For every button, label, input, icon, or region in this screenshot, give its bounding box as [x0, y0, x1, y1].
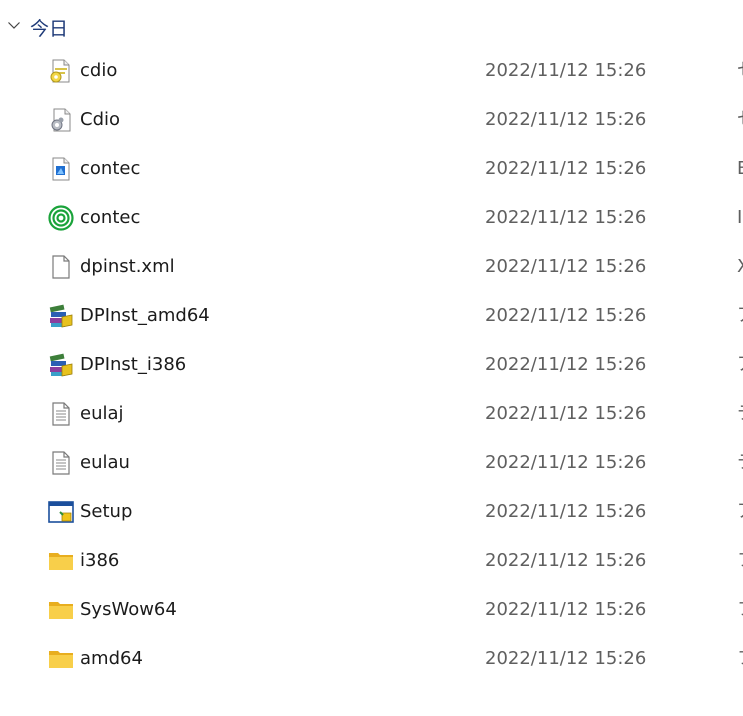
file-row[interactable]: SysWow64 2022/11/12 15:26 フ [0, 586, 743, 635]
setup-window-icon [48, 499, 74, 525]
file-type: ア [737, 353, 743, 377]
file-date-modified: 2022/11/12 15:26 [485, 60, 647, 81]
green-target-icon [48, 205, 74, 231]
file-name[interactable]: contec [80, 157, 140, 181]
file-row[interactable]: dpinst.xml 2022/11/12 15:26 X [0, 243, 743, 292]
file-date-modified: 2022/11/12 15:26 [485, 648, 647, 669]
folder-icon [48, 646, 74, 672]
file-name[interactable]: cdio [80, 59, 117, 83]
file-row[interactable]: i386 2022/11/12 15:26 フ [0, 537, 743, 586]
file-type: I [737, 207, 743, 228]
file-date-modified: 2022/11/12 15:26 [485, 207, 647, 228]
file-date-modified: 2022/11/12 15:26 [485, 305, 647, 326]
folder-icon [48, 597, 74, 623]
chevron-down-icon[interactable] [7, 18, 21, 32]
file-type: セ [737, 108, 743, 132]
file-name[interactable]: eulaj [80, 402, 124, 426]
file-name[interactable]: SysWow64 [80, 598, 177, 622]
file-row[interactable]: amd64 2022/11/12 15:26 フ [0, 635, 743, 684]
file-type: テ [737, 402, 743, 426]
file-row[interactable]: contec 2022/11/12 15:26 B [0, 145, 743, 194]
file-row[interactable]: DPInst_i386 2022/11/12 15:26 ア [0, 341, 743, 390]
file-name[interactable]: dpinst.xml [80, 255, 175, 279]
file-type: フ [737, 647, 743, 671]
file-date-modified: 2022/11/12 15:26 [485, 452, 647, 473]
file-row[interactable]: Cdio 2022/11/12 15:26 セ [0, 96, 743, 145]
file-list: cdio 2022/11/12 15:26 セ Cdio 2022/11/12 15:… [0, 47, 743, 684]
file-date-modified: 2022/11/12 15:26 [485, 501, 647, 522]
file-type: セ [737, 59, 743, 83]
file-name[interactable]: DPInst_amd64 [80, 304, 210, 328]
file-date-modified: 2022/11/12 15:26 [485, 599, 647, 620]
file-date-modified: 2022/11/12 15:26 [485, 403, 647, 424]
file-type: B [737, 157, 743, 181]
file-type: ア [737, 304, 743, 328]
file-date-modified: 2022/11/12 15:26 [485, 550, 647, 571]
file-row[interactable]: Setup 2022/11/12 15:26 ア [0, 488, 743, 537]
file-name[interactable]: contec [80, 206, 140, 230]
group-label: 今日 [30, 18, 69, 40]
text-file-icon [48, 450, 74, 476]
gear-file-icon [48, 107, 74, 133]
file-row[interactable]: DPInst_amd64 2022/11/12 15:26 ア [0, 292, 743, 341]
text-file-icon [48, 401, 74, 427]
file-type: フ [737, 549, 743, 573]
blue-document-icon [48, 156, 74, 182]
file-type: フ [737, 598, 743, 622]
file-name[interactable]: amd64 [80, 647, 143, 671]
folder-icon [48, 548, 74, 574]
file-name[interactable]: i386 [80, 549, 119, 573]
file-row[interactable]: eulau 2022/11/12 15:26 テ [0, 439, 743, 488]
file-row[interactable]: eulaj 2022/11/12 15:26 テ [0, 390, 743, 439]
installer-books-icon [48, 352, 74, 378]
file-name[interactable]: Cdio [80, 108, 120, 132]
file-row[interactable]: cdio 2022/11/12 15:26 セ [0, 47, 743, 96]
file-type: ア [737, 500, 743, 524]
file-name[interactable]: Setup [80, 500, 132, 524]
config-settings-icon [48, 58, 74, 84]
file-name[interactable]: eulau [80, 451, 130, 475]
file-date-modified: 2022/11/12 15:26 [485, 354, 647, 375]
file-name[interactable]: DPInst_i386 [80, 353, 186, 377]
file-date-modified: 2022/11/12 15:26 [485, 256, 647, 277]
file-date-modified: 2022/11/12 15:26 [485, 109, 647, 130]
file-row[interactable]: contec 2022/11/12 15:26 I [0, 194, 743, 243]
file-date-modified: 2022/11/12 15:26 [485, 158, 647, 179]
file-type: X [737, 255, 743, 279]
file-type: テ [737, 451, 743, 475]
installer-books-icon [48, 303, 74, 329]
blank-file-icon [48, 254, 74, 280]
